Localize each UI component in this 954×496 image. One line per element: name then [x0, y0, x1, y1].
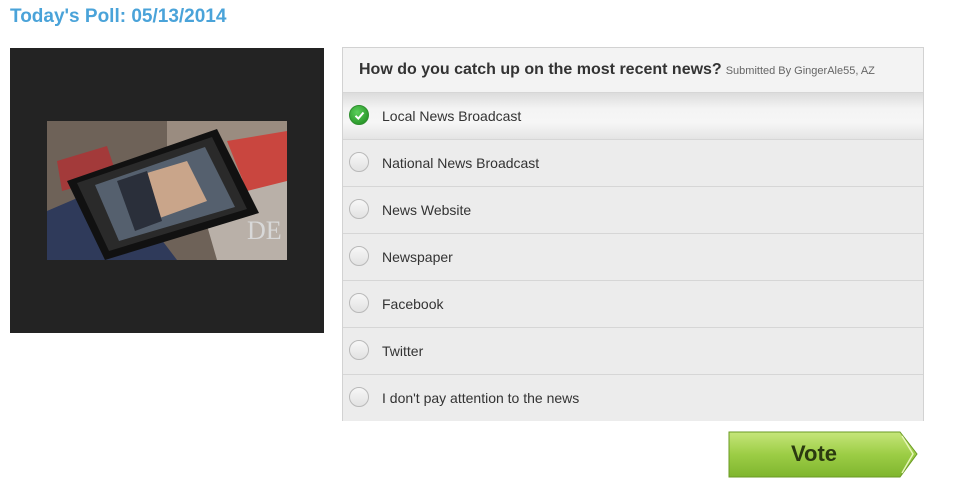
option-label: National News Broadcast	[382, 155, 540, 171]
tablet-on-magazines-image: DE	[47, 121, 287, 260]
radio-icon[interactable]	[349, 246, 369, 266]
radio-icon[interactable]	[349, 152, 369, 172]
poll-image-panel: DE	[10, 48, 324, 333]
poll-option-no-attention[interactable]: I don't pay attention to the news	[343, 375, 923, 421]
radio-icon[interactable]	[349, 340, 369, 360]
poll-title: Today's Poll: 05/13/2014	[10, 6, 227, 27]
poll-box: How do you catch up on the most recent n…	[342, 47, 924, 421]
poll-option-national-news[interactable]: National News Broadcast	[343, 140, 923, 187]
poll-option-local-news[interactable]: Local News Broadcast	[343, 93, 923, 140]
vote-label: Vote	[790, 441, 838, 466]
option-label: Twitter	[382, 343, 424, 359]
svg-text:DE: DE	[247, 216, 282, 245]
submitted-by: Submitted By GingerAle55, AZ	[725, 65, 875, 77]
option-label: I don't pay attention to the news	[382, 390, 580, 406]
radio-checked-icon[interactable]	[349, 105, 369, 125]
poll-question: How do you catch up on the most recent n…	[359, 61, 875, 79]
option-label: Local News Broadcast	[382, 108, 522, 124]
option-label: Facebook	[382, 296, 444, 312]
poll-option-facebook[interactable]: Facebook	[343, 281, 923, 328]
radio-icon[interactable]	[349, 293, 369, 313]
option-label: Newspaper	[382, 249, 453, 265]
poll-option-twitter[interactable]: Twitter	[343, 328, 923, 375]
option-label: News Website	[382, 202, 472, 218]
poll-question-text: How do you catch up on the most recent n…	[359, 61, 722, 78]
poll-photo: DE	[47, 121, 287, 260]
radio-icon[interactable]	[349, 387, 369, 407]
radio-icon[interactable]	[349, 199, 369, 219]
poll-option-newspaper[interactable]: Newspaper	[343, 234, 923, 281]
poll-option-news-website[interactable]: News Website	[343, 187, 923, 234]
poll-question-row: How do you catch up on the most recent n…	[343, 48, 923, 93]
checkmark-icon	[354, 111, 365, 120]
vote-button[interactable]: Vote	[728, 431, 918, 478]
